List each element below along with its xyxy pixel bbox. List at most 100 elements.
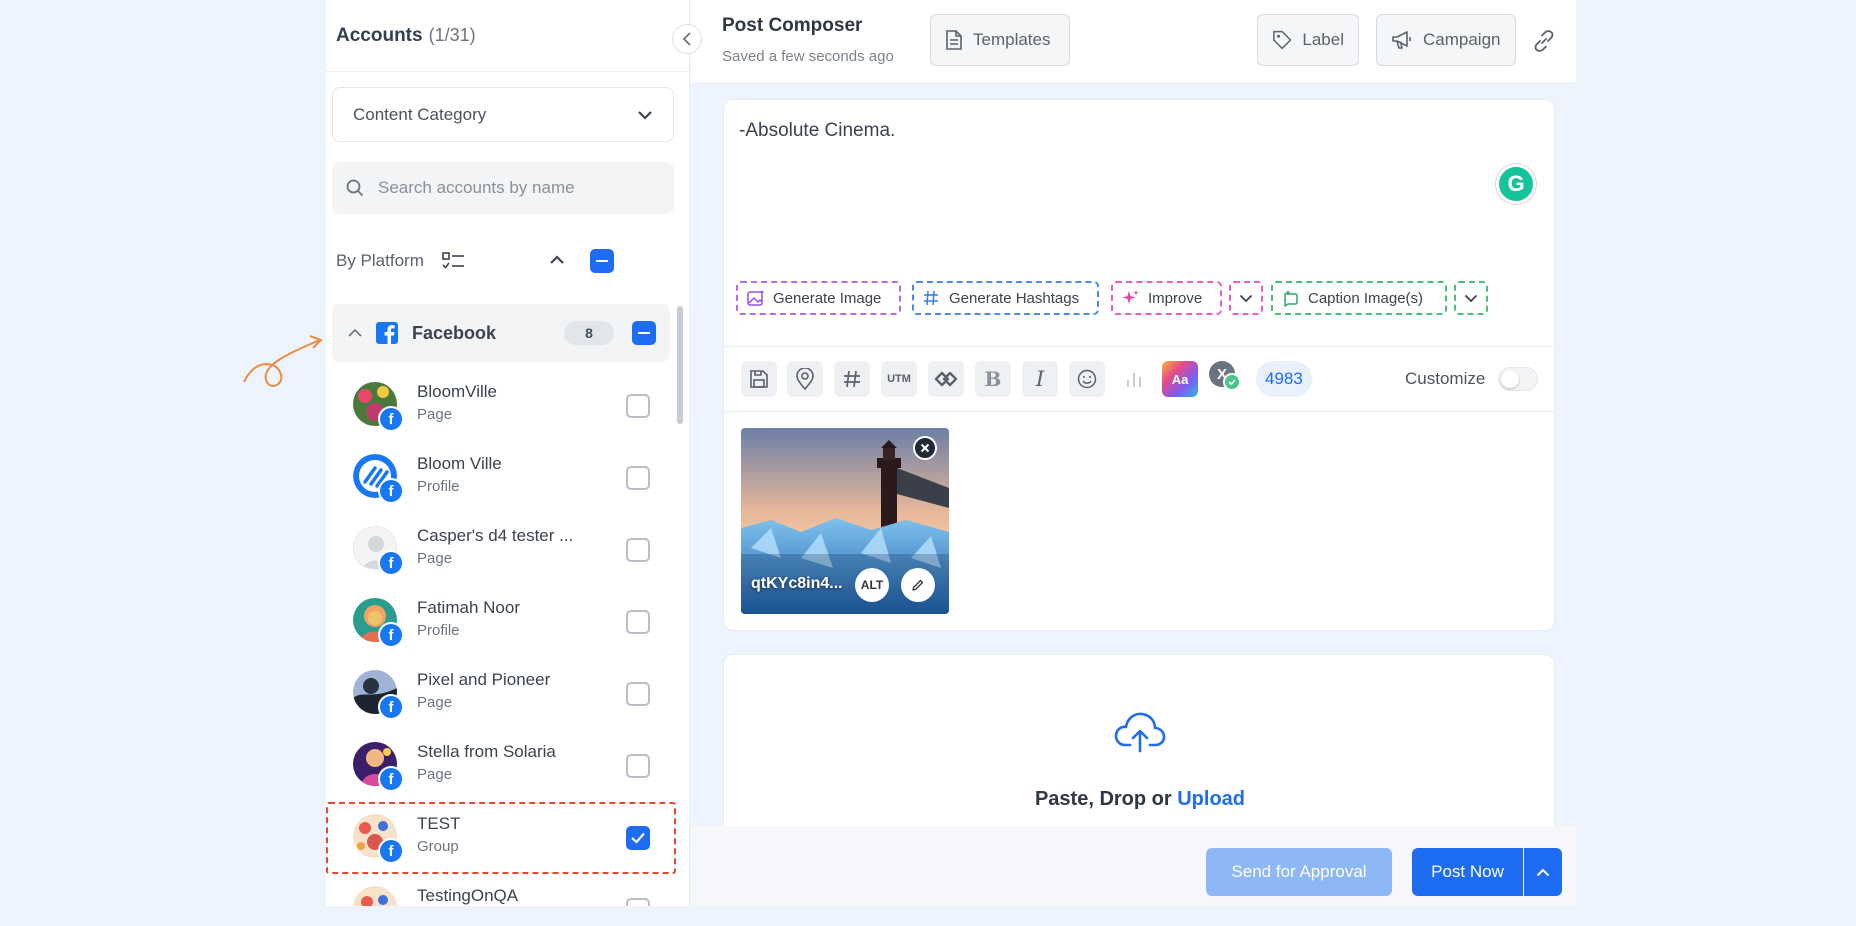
chevron-down-icon [638, 110, 652, 120]
facebook-icon [376, 322, 398, 344]
account-name: Pixel and Pioneer [417, 670, 551, 689]
facebook-badge-icon: f [378, 838, 404, 864]
campaign-button[interactable]: Campaign [1376, 14, 1516, 66]
scrollbar[interactable] [677, 306, 683, 424]
pencil-icon [912, 579, 924, 591]
facebook-badge-icon: f [378, 622, 404, 648]
media-thumbnail[interactable]: qtKYc8in4... ALT [741, 428, 949, 614]
platform-count-badge: 8 [564, 321, 614, 345]
search-input[interactable] [378, 178, 658, 198]
text-format-button[interactable]: Aa [1162, 361, 1198, 397]
cloud-upload-icon [1114, 712, 1166, 753]
alt-text-button[interactable]: ALT [855, 568, 889, 602]
list-item[interactable]: f Bloom Ville Profile [326, 442, 676, 514]
account-checkbox[interactable] [626, 754, 650, 778]
content-category-select[interactable]: Content Category [332, 87, 674, 142]
account-search[interactable] [332, 162, 674, 214]
caption-images-button[interactable]: Caption Image(s) [1271, 281, 1447, 315]
list-item[interactable]: f BloomVille Page [326, 370, 676, 442]
platform-group-facebook[interactable]: Facebook 8 [332, 304, 670, 362]
account-name: Fatimah Noor [417, 598, 520, 617]
platform-select-checkbox[interactable] [632, 321, 656, 345]
hashtag-icon [844, 370, 860, 388]
accounts-header: Accounts (1/31) [326, 0, 689, 72]
list-item[interactable]: f Pixel and Pioneer Page [326, 658, 676, 730]
location-pin-icon [796, 368, 814, 390]
list-item[interactable]: f Fatimah Noor Profile [326, 586, 676, 658]
account-type: Page [417, 550, 453, 567]
post-options-button[interactable] [1524, 848, 1562, 896]
location-button[interactable] [787, 361, 823, 397]
generate-image-label: Generate Image [773, 289, 882, 307]
upload-link[interactable]: Upload [1177, 788, 1245, 810]
link-shortener-button[interactable] [928, 361, 964, 397]
accounts-count: (1/31) [428, 25, 476, 45]
customize-label: Customize [1405, 369, 1486, 388]
facebook-badge-icon: f [378, 550, 404, 576]
facebook-badge-icon: f [378, 406, 404, 432]
save-draft-button[interactable] [741, 361, 777, 397]
accounts-title: Accounts [336, 24, 423, 46]
bar-chart-icon [1127, 373, 1141, 387]
chevron-up-icon[interactable] [549, 255, 565, 265]
collapse-panel-button[interactable] [672, 24, 702, 54]
account-checkbox[interactable] [626, 898, 650, 906]
editor-toolbar: UTM B I Aa X 4983 Customize [724, 346, 1556, 412]
content-category-label: Content Category [353, 104, 487, 124]
edit-media-button[interactable] [901, 568, 935, 602]
improve-dropdown-button[interactable] [1229, 281, 1263, 315]
saved-status: Saved a few seconds ago [722, 48, 894, 65]
avatar [353, 886, 397, 906]
sparkle-icon [1122, 290, 1139, 304]
list-item[interactable]: f Stella from Solaria Page [326, 730, 676, 802]
send-for-approval-button[interactable]: Send for Approval [1206, 848, 1392, 896]
x-platform-status[interactable]: X [1209, 359, 1243, 393]
platform-name: Facebook [412, 322, 497, 343]
accounts-panel: Accounts (1/31) Content Category By Plat… [326, 0, 690, 906]
post-now-button[interactable]: Post Now [1412, 848, 1523, 896]
emoji-button[interactable] [1069, 361, 1105, 397]
grammarly-icon[interactable]: G [1496, 164, 1536, 204]
account-checkbox[interactable] [626, 826, 650, 850]
account-checkbox[interactable] [626, 394, 650, 418]
by-platform-row: By Platform [336, 246, 666, 276]
caption-dropdown-button[interactable] [1454, 281, 1488, 315]
chevron-left-icon [682, 32, 691, 46]
link-icon[interactable] [1531, 28, 1557, 54]
account-list: f BloomVille Page f Bloom Ville Profile … [326, 370, 676, 906]
improve-button[interactable]: Improve [1111, 281, 1222, 315]
image-sparkle-icon [747, 290, 764, 306]
hashtag-button[interactable] [834, 361, 870, 397]
chevron-up-icon [1536, 868, 1550, 876]
list-item-selected[interactable]: f TEST Group [326, 802, 676, 874]
account-checkbox[interactable] [626, 538, 650, 562]
generate-image-button[interactable]: Generate Image [736, 281, 901, 315]
by-platform-label: By Platform [336, 251, 424, 270]
italic-button[interactable]: I [1022, 361, 1058, 397]
select-all-checkbox[interactable] [590, 249, 614, 273]
caption-sparkle-icon [1284, 290, 1298, 307]
account-checkbox[interactable] [626, 610, 650, 634]
label-button[interactable]: Label [1257, 14, 1359, 66]
account-type: Group [417, 838, 459, 855]
post-textarea[interactable]: -Absolute Cinema. [739, 120, 895, 142]
remove-media-button[interactable] [913, 436, 937, 460]
generate-hashtags-button[interactable]: Generate Hashtags [912, 281, 1099, 315]
list-item[interactable]: f Casper's d4 tester ... Page [326, 514, 676, 586]
bold-button[interactable]: B [975, 361, 1011, 397]
account-checkbox[interactable] [626, 682, 650, 706]
list-item[interactable]: TestingOnQA [326, 874, 676, 906]
templates-label: Templates [973, 30, 1051, 49]
utm-button[interactable]: UTM [881, 361, 917, 397]
account-name: Casper's d4 tester ... [417, 526, 574, 545]
poll-button[interactable] [1116, 361, 1152, 397]
list-view-icon[interactable] [442, 252, 466, 270]
account-checkbox[interactable] [626, 466, 650, 490]
chevron-up-icon[interactable] [348, 328, 362, 338]
hashtag-sparkle-icon [924, 290, 938, 306]
emoji-icon [1077, 369, 1097, 389]
customize-toggle[interactable] [1498, 367, 1538, 391]
check-icon [631, 832, 645, 844]
templates-button[interactable]: Templates [930, 14, 1070, 66]
generate-hashtags-label: Generate Hashtags [949, 289, 1080, 307]
